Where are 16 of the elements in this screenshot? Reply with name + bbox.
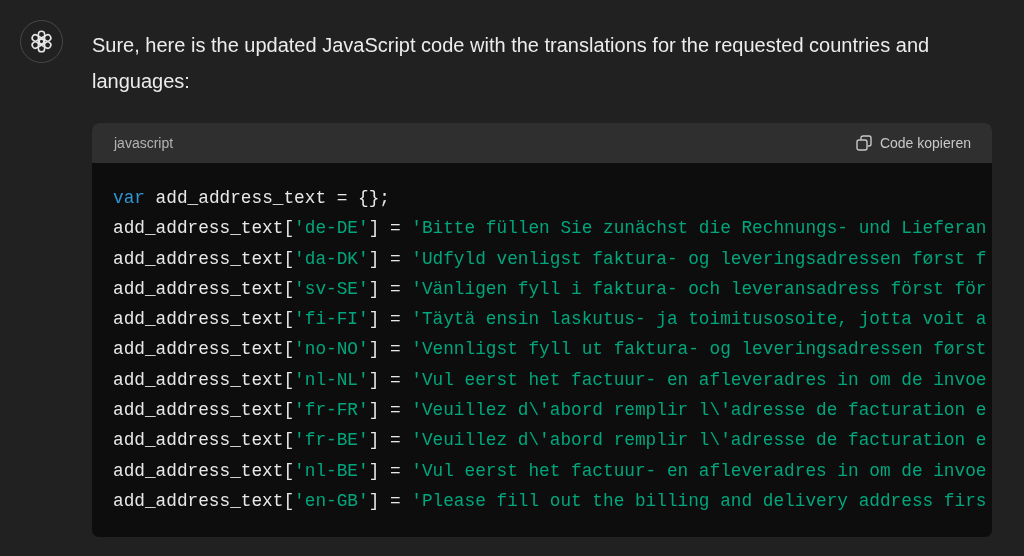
code-line: add_address_text['sv-SE'] = 'Vänligen fyll i faktura- och leveransadress först för: [113, 277, 987, 301]
code-line: add_address_text['nl-NL'] = 'Vul eerst het factuur- en afleveradres in om de invoe: [113, 368, 987, 392]
code-line: add_address_text['no-NO'] = 'Vennligst fyll ut faktura- og leveringsadressen først: [113, 338, 987, 362]
code-language-label: javascript: [114, 133, 174, 153]
message-text: Sure, here is the updated JavaScript code with the translations for the requested countries and languages:: [92, 33, 931, 94]
code-line: add_address_text['en-GB'] = 'Please fill out the billing and delivery address firs: [113, 489, 987, 513]
code-line: add_address_text['da-DK'] = 'Udfyld venligst faktura- og leveringsadressen først f: [113, 247, 987, 271]
code-line: add_address_text['fr-FR'] = 'Veuillez d\'abord remplir l\'adresse de facturation e: [113, 399, 987, 423]
code-line: var add_address_text = {};: [113, 187, 390, 210]
code-line: add_address_text['fr-BE'] = 'Veuillez d\'abord remplir l\'adresse de facturation e: [113, 429, 987, 453]
copy-code-button[interactable]: Code kopieren: [855, 132, 971, 154]
copy-icon: [855, 135, 872, 151]
code-line: add_address_text['nl-BE'] = 'Vul eerst het factuur- en afleveradres in om de invoe: [113, 459, 987, 483]
code-line: add_address_text['de-DE'] = 'Bitte füllen Sie zunächst die Rechnungs- und Lieferan: [113, 217, 987, 241]
code-line: add_address_text['fi-FI'] = 'Täytä ensin laskutus- ja toimitusosoite, jotta voit a: [113, 308, 987, 332]
logo-avatar-icon: [20, 20, 63, 63]
